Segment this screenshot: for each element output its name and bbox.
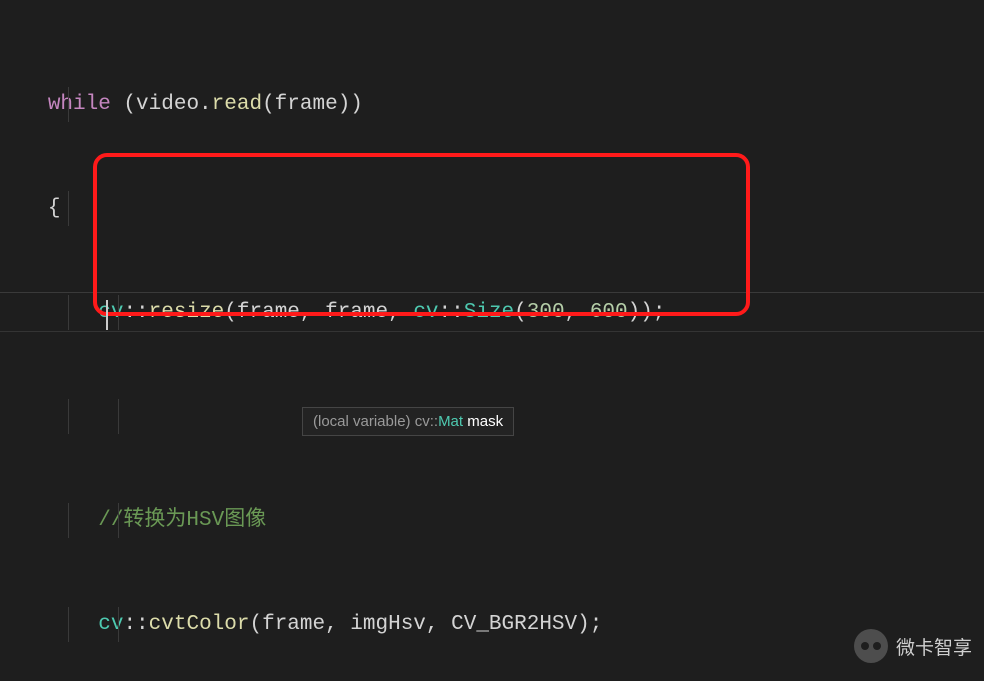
code-line[interactable]: cv::resize(frame, frame, cv::Size(300, 6… (10, 295, 984, 330)
code-line[interactable]: cv::cvtColor(frame, imgHsv, CV_BGR2HSV); (10, 607, 984, 642)
comment-line[interactable]: //转换为HSV图像 (10, 503, 984, 538)
hover-tooltip: (local variable) cv::Mat mask (302, 407, 514, 436)
tooltip-prefix: (local variable) (313, 413, 415, 430)
watermark: 微卡智享 (854, 629, 972, 663)
text-cursor (106, 300, 108, 330)
code-line[interactable]: while (video.read(frame)) (10, 87, 984, 122)
watermark-text: 微卡智享 (896, 633, 972, 660)
keyword: while (48, 93, 111, 116)
code-line[interactable]: { (10, 191, 984, 226)
code-editor[interactable]: while (video.read(frame)) { cv::resize(f… (0, 0, 984, 681)
wechat-icon (854, 629, 888, 663)
